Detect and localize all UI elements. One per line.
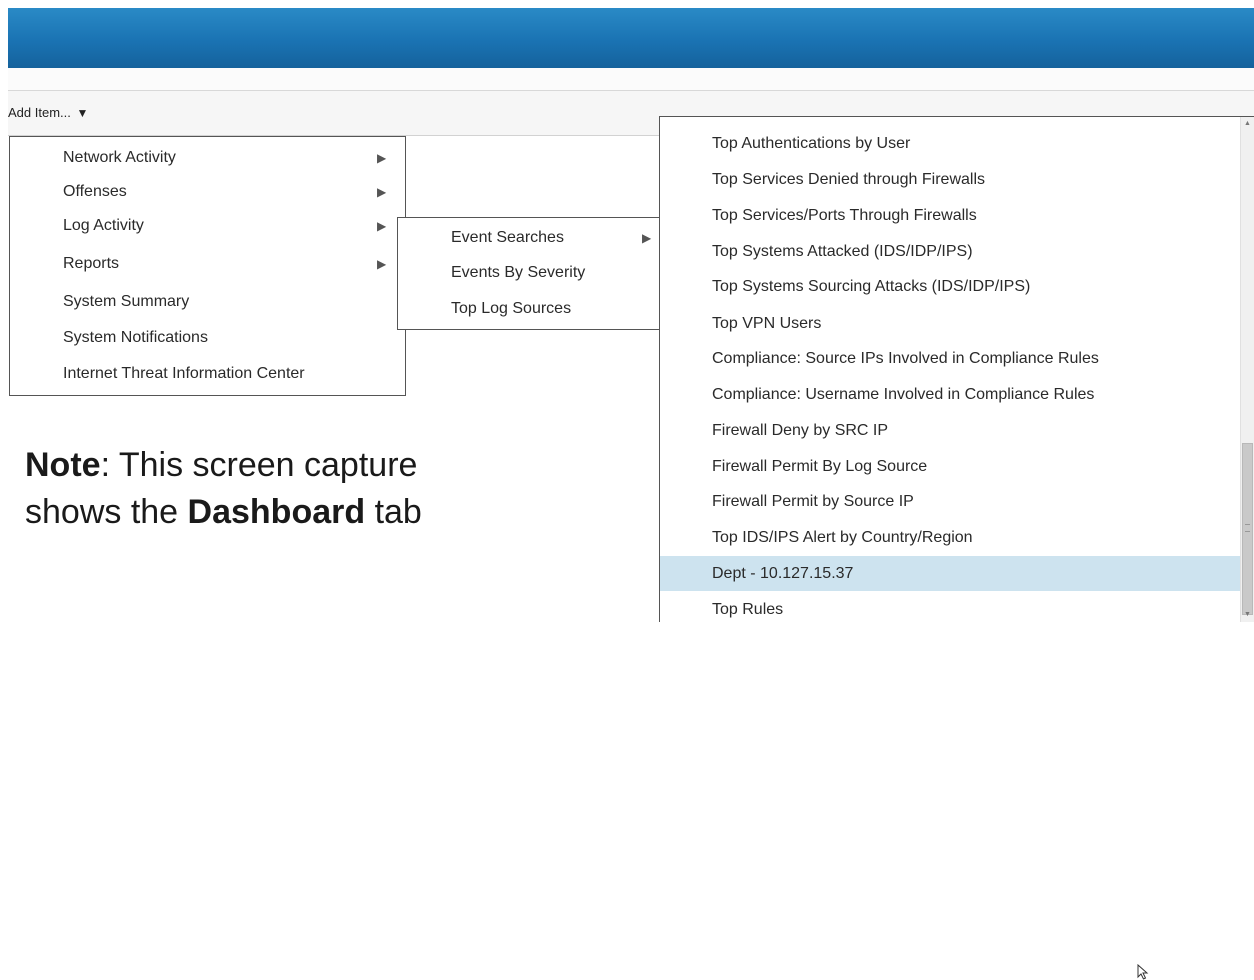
menu-item-system-notifications[interactable]: System Notifications	[10, 321, 405, 355]
submenu-arrow-icon: ▶	[377, 151, 387, 165]
submenu-arrow-icon: ▶	[377, 185, 387, 199]
menu-item-label: Top IDS/IPS Alert by Country/Region	[712, 529, 973, 546]
menu-item-internet-threat-information-center[interactable]: Internet Threat Information Center	[10, 357, 405, 391]
add-item-label: Add Item...	[8, 105, 71, 120]
menu-item-label: Network Activity	[63, 149, 176, 166]
submenu-arrow-icon: ▶	[377, 219, 387, 233]
menu-item-top-log-sources[interactable]: Top Log Sources	[398, 292, 665, 326]
menu-item-label: System Summary	[63, 293, 190, 310]
menu-scrollbar[interactable]: ▲ ▼	[1240, 117, 1254, 622]
menu-item-search[interactable]: Compliance: Source IPs Involved in Compl…	[660, 341, 1240, 376]
note-text: shows the	[25, 493, 188, 531]
menu-item-label: Dept - 10.127.15.37	[712, 565, 854, 582]
menu-item-label: Top Systems Sourcing Attacks (IDS/IDP/IP…	[712, 278, 1031, 295]
menu-item-label: Reports	[63, 255, 120, 272]
menu-item-label: Top VPN Users	[712, 315, 822, 332]
menu-item-search[interactable]: Top Systems Sourcing Attacks (IDS/IDP/IP…	[660, 269, 1240, 304]
menu-item-network-activity[interactable]: Network Activity ▶	[10, 141, 405, 175]
caret-down-icon: ▼	[76, 106, 89, 120]
menu-item-label: Offenses	[63, 183, 127, 200]
menu-item-label: Compliance: Source IPs Involved in Compl…	[712, 350, 1099, 367]
submenu-arrow-icon: ▶	[642, 231, 652, 245]
scroll-down-icon[interactable]: ▼	[1241, 608, 1254, 622]
menu-item-label: Events By Severity	[451, 264, 586, 281]
menu-item-label: Internet Threat Information Center	[63, 365, 305, 382]
add-item-menu: Network Activity ▶ Offenses ▶ Log Activi…	[9, 136, 406, 396]
menu-item-search[interactable]: Firewall Permit By Log Source	[660, 449, 1240, 484]
menu-item-search[interactable]: Top VPN Users	[660, 306, 1240, 341]
menu-item-label: Log Activity	[63, 217, 144, 234]
log-activity-submenu: Event Searches ▶ Events By Severity Top …	[397, 217, 666, 330]
menu-item-label: Event Searches	[451, 229, 564, 246]
menu-item-label: Top Services/Ports Through Firewalls	[712, 207, 977, 224]
menu-item-event-searches[interactable]: Event Searches ▶	[398, 221, 665, 255]
menu-item-search[interactable]: Top Authentications by User	[660, 126, 1240, 161]
menu-item-label: Top Authentications by User	[712, 135, 911, 152]
scroll-thumb[interactable]	[1242, 443, 1253, 615]
menu-item-label: System Notifications	[63, 329, 208, 346]
header-bar	[8, 8, 1254, 68]
menu-item-reports[interactable]: Reports ▶	[10, 247, 405, 281]
grip-icon	[1245, 524, 1250, 532]
submenu-arrow-icon: ▶	[377, 257, 387, 271]
menu-item-label: Top Log Sources	[451, 300, 572, 317]
menu-item-search[interactable]: Top Systems Attacked (IDS/IDP/IPS)	[660, 234, 1240, 269]
menu-item-system-summary[interactable]: System Summary	[10, 285, 405, 319]
menu-item-search[interactable]: Top Services/Ports Through Firewalls	[660, 198, 1240, 233]
scroll-up-icon[interactable]: ▲	[1241, 117, 1254, 131]
menu-item-search[interactable]: Firewall Permit by Source IP	[660, 484, 1240, 519]
tab-bar	[8, 68, 1254, 91]
note-text: tab	[365, 493, 422, 531]
menu-item-events-by-severity[interactable]: Events By Severity	[398, 256, 665, 290]
menu-item-search[interactable]: Top Services Denied through Firewalls	[660, 162, 1240, 197]
menu-item-search-highlighted[interactable]: Dept - 10.127.15.37	[660, 556, 1240, 980]
note-emphasis: Dashboard	[187, 493, 366, 531]
menu-item-label: Firewall Permit by Source IP	[712, 493, 914, 510]
menu-item-offenses[interactable]: Offenses ▶	[10, 175, 405, 209]
menu-item-label: Firewall Deny by SRC IP	[712, 422, 889, 439]
mouse-pointer-icon	[1137, 964, 1149, 980]
event-searches-submenu: Top Authentications by User Top Services…	[659, 116, 1254, 980]
caption-note: Note: This screen capture shows the Dash…	[25, 442, 585, 536]
menu-item-label: Top Services Denied through Firewalls	[712, 171, 986, 188]
note-text: : This screen capture	[100, 446, 418, 484]
menu-item-label: Compliance: Username Involved in Complia…	[712, 386, 1095, 403]
add-item-dropdown[interactable]: Add Item... ▼	[8, 105, 88, 120]
menu-item-label: Top Systems Attacked (IDS/IDP/IPS)	[712, 243, 973, 260]
menu-item-label: Top Rules	[712, 601, 784, 618]
menu-item-label: Firewall Permit By Log Source	[712, 458, 928, 475]
menu-item-search[interactable]: Compliance: Username Involved in Complia…	[660, 377, 1240, 412]
menu-item-search[interactable]: Top IDS/IPS Alert by Country/Region	[660, 520, 1240, 555]
menu-item-log-activity[interactable]: Log Activity ▶	[10, 209, 405, 243]
menu-item-search[interactable]: Firewall Deny by SRC IP	[660, 413, 1240, 448]
note-label: Note	[25, 446, 101, 484]
